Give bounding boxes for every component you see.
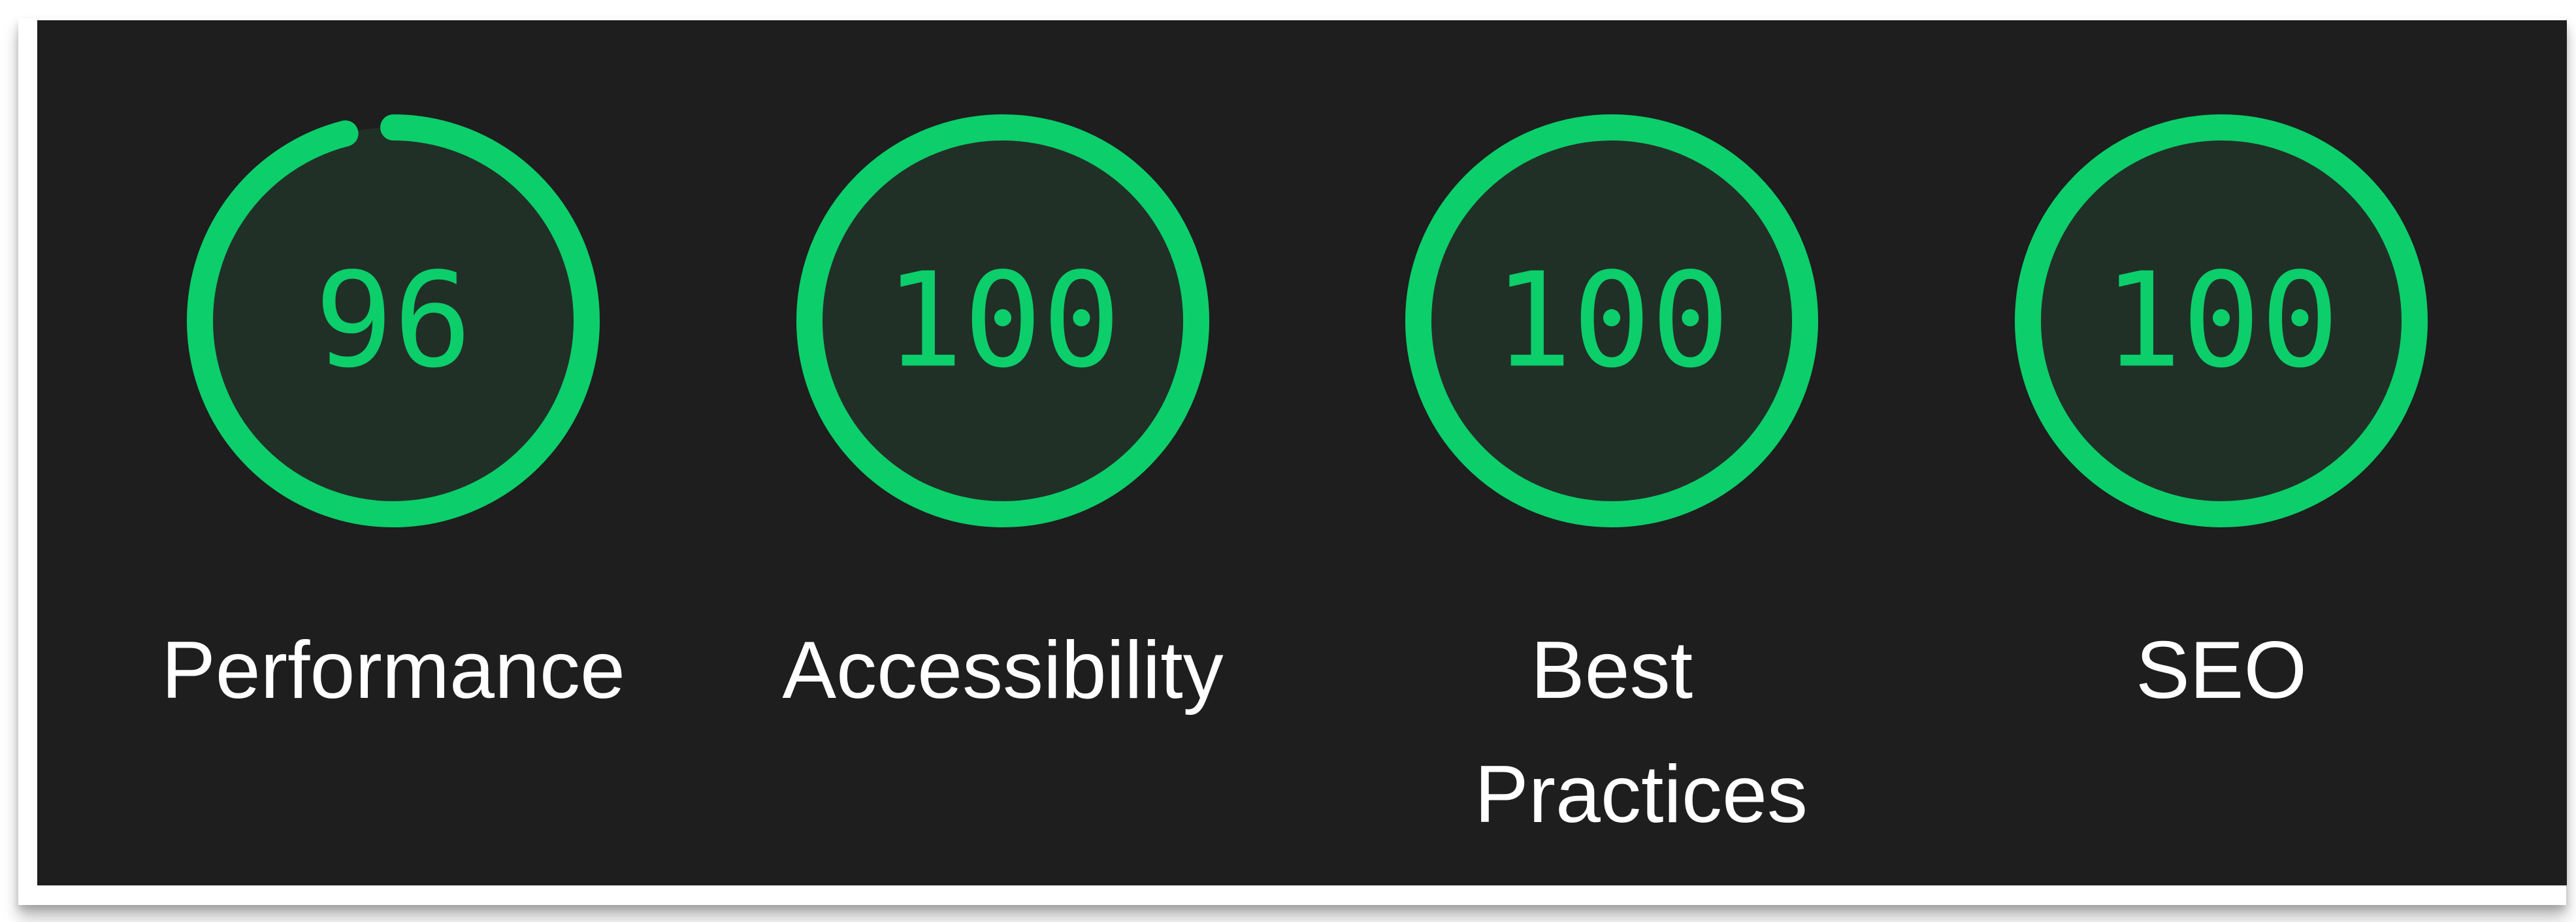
gauge-seo-score: 100 <box>2103 245 2339 397</box>
gauge-performance[interactable]: 96 Performance <box>132 112 655 733</box>
gauge-accessibility-label: Accessibility <box>782 625 1224 716</box>
gauge-performance-ring: 96 <box>187 114 600 527</box>
score-gauges: 96 Performance 100 Accessibility 100 Bes… <box>37 20 2567 885</box>
gauge-performance-label: Performance <box>161 625 625 716</box>
gauge-performance-score: 96 <box>315 245 472 397</box>
gauge-accessibility[interactable]: 100 Accessibility <box>742 112 1264 733</box>
gauge-accessibility-ring: 100 <box>796 114 1209 527</box>
gauge-seo-ring: 100 <box>2015 114 2428 527</box>
gauge-seo[interactable]: 100 SEO <box>1960 112 2483 733</box>
gauge-best-practices-label: Best Practices <box>1475 625 1808 840</box>
gauge-best-practices-score: 100 <box>1493 245 1729 397</box>
gauge-best-practices[interactable]: 100 Best Practices <box>1350 112 1873 857</box>
gauge-seo-label: SEO <box>2136 625 2307 716</box>
gauge-best-practices-ring: 100 <box>1405 114 1818 527</box>
gauge-accessibility-score: 100 <box>885 245 1120 397</box>
lighthouse-scores-panel: 96 Performance 100 Accessibility 100 Bes… <box>37 20 2567 885</box>
